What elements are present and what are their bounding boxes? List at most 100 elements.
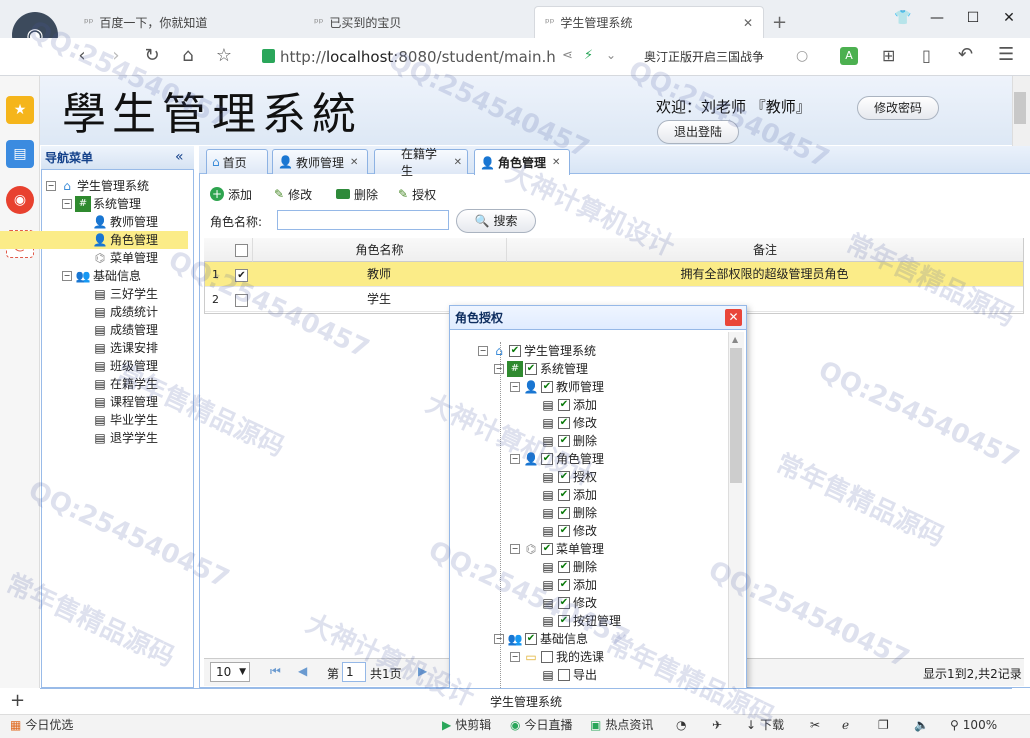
perm-node[interactable]: − ▭ 我的选课 <box>478 648 728 666</box>
collapse-toggle-icon[interactable]: − <box>46 181 56 191</box>
grant-button[interactable]: ✎ 授权 <box>398 184 436 204</box>
first-page-icon[interactable]: ⏮ <box>270 664 281 679</box>
checkbox-checked[interactable]: ✔ <box>558 597 570 609</box>
nav-node-item[interactable]: ▤ 毕业学生 <box>46 411 192 429</box>
volume-icon[interactable]: 🔈 <box>914 714 929 738</box>
page-scrollbar-thumb[interactable] <box>1014 92 1026 124</box>
perm-node[interactable]: ▤ 导出 <box>478 666 728 684</box>
checkbox-checked[interactable]: ✔ <box>558 579 570 591</box>
perm-node[interactable]: ▤ ✔ 添加 <box>478 576 728 594</box>
checkbox-checked[interactable]: ✔ <box>541 453 553 465</box>
checkbox-checked[interactable]: ✔ <box>509 345 521 357</box>
apps-icon[interactable]: ⊞ <box>882 46 895 65</box>
collapse-toggle-icon[interactable]: − <box>494 364 504 374</box>
checkbox-unchecked[interactable] <box>558 669 570 681</box>
row-checkbox[interactable]: ✔ <box>235 268 248 282</box>
chevron-down-icon[interactable]: ⌄ <box>606 48 616 62</box>
delete-button[interactable]: 删除 <box>336 184 378 204</box>
search-button[interactable]: 🔍 搜索 <box>456 209 536 233</box>
maximize-icon[interactable]: ☐ <box>956 6 990 30</box>
collapse-icon[interactable]: « <box>175 149 184 165</box>
checkbox-checked[interactable]: ✔ <box>558 417 570 429</box>
status-news[interactable]: ▣ 热点资讯 <box>590 714 653 738</box>
browser-tab-baidu[interactable]: ᵖᵖ 百度一下，你就知道 <box>74 6 296 38</box>
role-name-input[interactable] <box>277 210 449 230</box>
checkbox-checked[interactable]: ✔ <box>541 381 553 393</box>
collapse-toggle-icon[interactable]: − <box>510 544 520 554</box>
status-clip[interactable]: ▶ 快剪辑 <box>442 714 491 738</box>
plane-icon[interactable]: ✈ <box>712 714 722 738</box>
perm-node[interactable]: − 👤 ✔ 角色管理 <box>478 450 728 468</box>
perm-node[interactable]: ▤ ✔ 授权 <box>478 468 728 486</box>
nav-node-item[interactable]: ▤ 三好学生 <box>46 285 192 303</box>
address-bar[interactable]: http://localhost:8080/student/main.h <box>258 44 630 70</box>
translate-icon[interactable]: A <box>840 47 858 65</box>
weibo-icon[interactable]: ◉ <box>6 186 34 214</box>
scroll-up-icon[interactable]: ▲ <box>732 335 738 344</box>
perm-node[interactable]: ▤ ✔ 修改 <box>478 414 728 432</box>
edit-button[interactable]: ✎ 修改 <box>274 184 312 204</box>
back-icon[interactable]: ‹ <box>70 44 94 68</box>
checkbox-checked[interactable]: ✔ <box>558 489 570 501</box>
grid-header-name[interactable]: 角色名称 <box>252 238 506 262</box>
favorites-icon[interactable]: ★ <box>6 96 34 124</box>
tab-home[interactable]: ⌂ 首页 <box>206 149 268 174</box>
tab-role[interactable]: 👤 角色管理 ✕ <box>474 149 570 175</box>
nav-node-item[interactable]: ▤ 退学学生 <box>46 429 192 447</box>
nav-node-system[interactable]: − # 系统管理 <box>46 195 192 213</box>
perm-node[interactable]: − # ✔ 系统管理 <box>478 360 728 378</box>
window-icon[interactable]: ❐ <box>878 714 889 738</box>
nav-node-item[interactable]: ▤ 成绩统计 <box>46 303 192 321</box>
checkbox-checked[interactable]: ✔ <box>558 525 570 537</box>
add-button[interactable]: + 添加 <box>210 184 252 204</box>
perm-node[interactable]: ▤ ✔ 删除 <box>478 432 728 450</box>
nav-node-role[interactable]: 👤 角色管理 <box>0 231 188 249</box>
checkbox-checked[interactable]: ✔ <box>558 507 570 519</box>
collapse-toggle-icon[interactable]: − <box>510 454 520 464</box>
nav-node-item[interactable]: ▤ 课程管理 <box>46 393 192 411</box>
new-tab-button[interactable]: + <box>772 12 787 33</box>
collapse-toggle-icon[interactable]: − <box>494 634 504 644</box>
search-icon[interactable]: ○ <box>796 48 808 64</box>
perm-node[interactable]: − ⌂ ✔ 学生管理系统 <box>478 342 728 360</box>
select-all-checkbox[interactable] <box>234 244 248 257</box>
browser-tab-taobao[interactable]: ᵖᵖ 已买到的宝贝 <box>304 6 526 38</box>
nav-node-item[interactable]: ▤ 选课安排 <box>46 339 192 357</box>
close-window-icon[interactable]: ✕ <box>992 6 1026 30</box>
nav-node-basic[interactable]: − 👥 基础信息 <box>46 267 192 285</box>
prev-page-icon[interactable]: ◀ <box>298 664 307 678</box>
ie-icon[interactable]: ℯ <box>842 714 849 738</box>
checkbox-unchecked[interactable] <box>541 651 553 663</box>
checkbox-checked[interactable]: ✔ <box>558 471 570 483</box>
checkbox-checked[interactable]: ✔ <box>558 399 570 411</box>
today-picks[interactable]: ▦ 今日优选 <box>10 714 73 738</box>
perm-node[interactable]: − 👥 ✔ 基础信息 <box>478 630 728 648</box>
notes-icon[interactable]: ▤ <box>6 140 34 168</box>
forward-icon[interactable]: › <box>104 44 128 68</box>
collapse-toggle-icon[interactable]: − <box>478 346 488 356</box>
checkbox-checked[interactable]: ✔ <box>235 269 248 282</box>
nav-node-item[interactable]: ▤ 班级管理 <box>46 357 192 375</box>
checkbox-checked[interactable]: ✔ <box>558 435 570 447</box>
next-page-icon[interactable]: ▶ <box>418 664 427 678</box>
close-icon[interactable]: ✕ <box>454 157 462 168</box>
nav-node-item[interactable]: ▤ 成绩管理 <box>46 321 192 339</box>
tab-teacher[interactable]: 👤 教师管理 ✕ <box>272 149 368 174</box>
collapse-toggle-icon[interactable]: − <box>510 382 520 392</box>
menu-icon[interactable]: ☰ <box>998 44 1014 65</box>
nav-node-root[interactable]: − ⌂ 学生管理系统 <box>46 177 192 195</box>
change-password-button[interactable]: 修改密码 <box>857 96 939 120</box>
cut-icon[interactable]: ✂ <box>810 714 820 738</box>
checkbox-checked[interactable]: ✔ <box>558 615 570 627</box>
nav-node-item[interactable]: ▤ 在籍学生 <box>46 375 192 393</box>
share-icon[interactable]: ⋖ <box>562 48 573 63</box>
dialog-close-button[interactable]: ✕ <box>725 309 742 326</box>
speed-icon[interactable]: ◔ <box>676 714 686 738</box>
checkbox-unchecked[interactable] <box>235 294 248 307</box>
checkbox-checked[interactable]: ✔ <box>525 633 537 645</box>
perm-node[interactable]: ▤ ✔ 修改 <box>478 522 728 540</box>
reload-icon[interactable]: ↻ <box>140 44 164 68</box>
tab-enrolled[interactable]: 在籍学生 ✕ <box>374 147 468 178</box>
undo-icon[interactable]: ↶ <box>958 44 973 65</box>
status-live[interactable]: ◉ 今日直播 <box>510 714 573 738</box>
